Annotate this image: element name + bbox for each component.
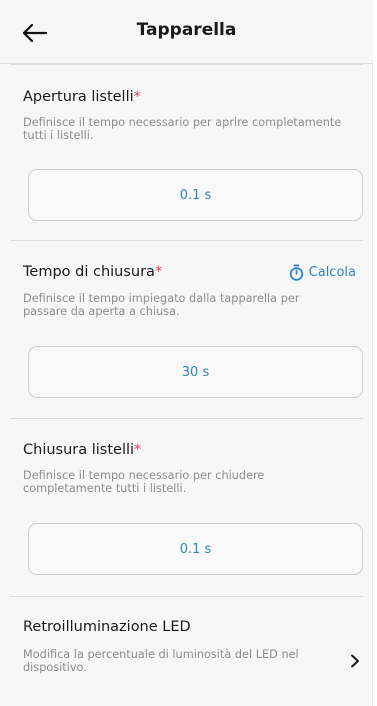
section-title-chiusura-listelli: Chiusura listelli* — [23, 442, 142, 458]
top-bar: Tapparella — [0, 0, 373, 64]
calcola-button[interactable]: Calcola — [289, 264, 356, 281]
led-title: Retroilluminazione LED — [23, 619, 191, 635]
divider — [10, 64, 363, 65]
section-description-chiusura-listelli: Definisce il tempo necessario per chiude… — [23, 469, 265, 495]
value-text: 30 s — [181, 364, 210, 380]
calcola-label: Calcola — [308, 265, 356, 280]
value-text: 0.1 s — [179, 187, 212, 203]
screen: Tapparella Apertura listelli* Definisce … — [0, 0, 373, 706]
stopwatch-icon — [289, 264, 303, 281]
value-text: 0.1 s — [179, 541, 212, 557]
page-title: Tapparella — [136, 20, 237, 40]
chevron-right-icon[interactable] — [350, 654, 360, 668]
divider — [10, 240, 363, 241]
led-settings-row[interactable]: Retroilluminazione LED Modifica la perce… — [0, 597, 373, 706]
section-title-apertura: Apertura listelli* — [23, 89, 141, 105]
led-description: Modifica la percentuale di luminosità de… — [23, 648, 299, 674]
section-description-tempo-chiusura: Definisce il tempo impiegato dalla tappa… — [23, 292, 300, 318]
divider — [10, 418, 363, 419]
tempo-chiusura-value-field[interactable]: 30 s — [28, 346, 363, 398]
section-title-tempo-chiusura: Tempo di chiusura* — [23, 264, 163, 280]
section-description-apertura: Definisce il tempo necessario per aprire… — [23, 116, 342, 142]
chiusura-listelli-value-field[interactable]: 0.1 s — [28, 523, 363, 575]
apertura-listelli-value-field[interactable]: 0.1 s — [28, 169, 363, 221]
